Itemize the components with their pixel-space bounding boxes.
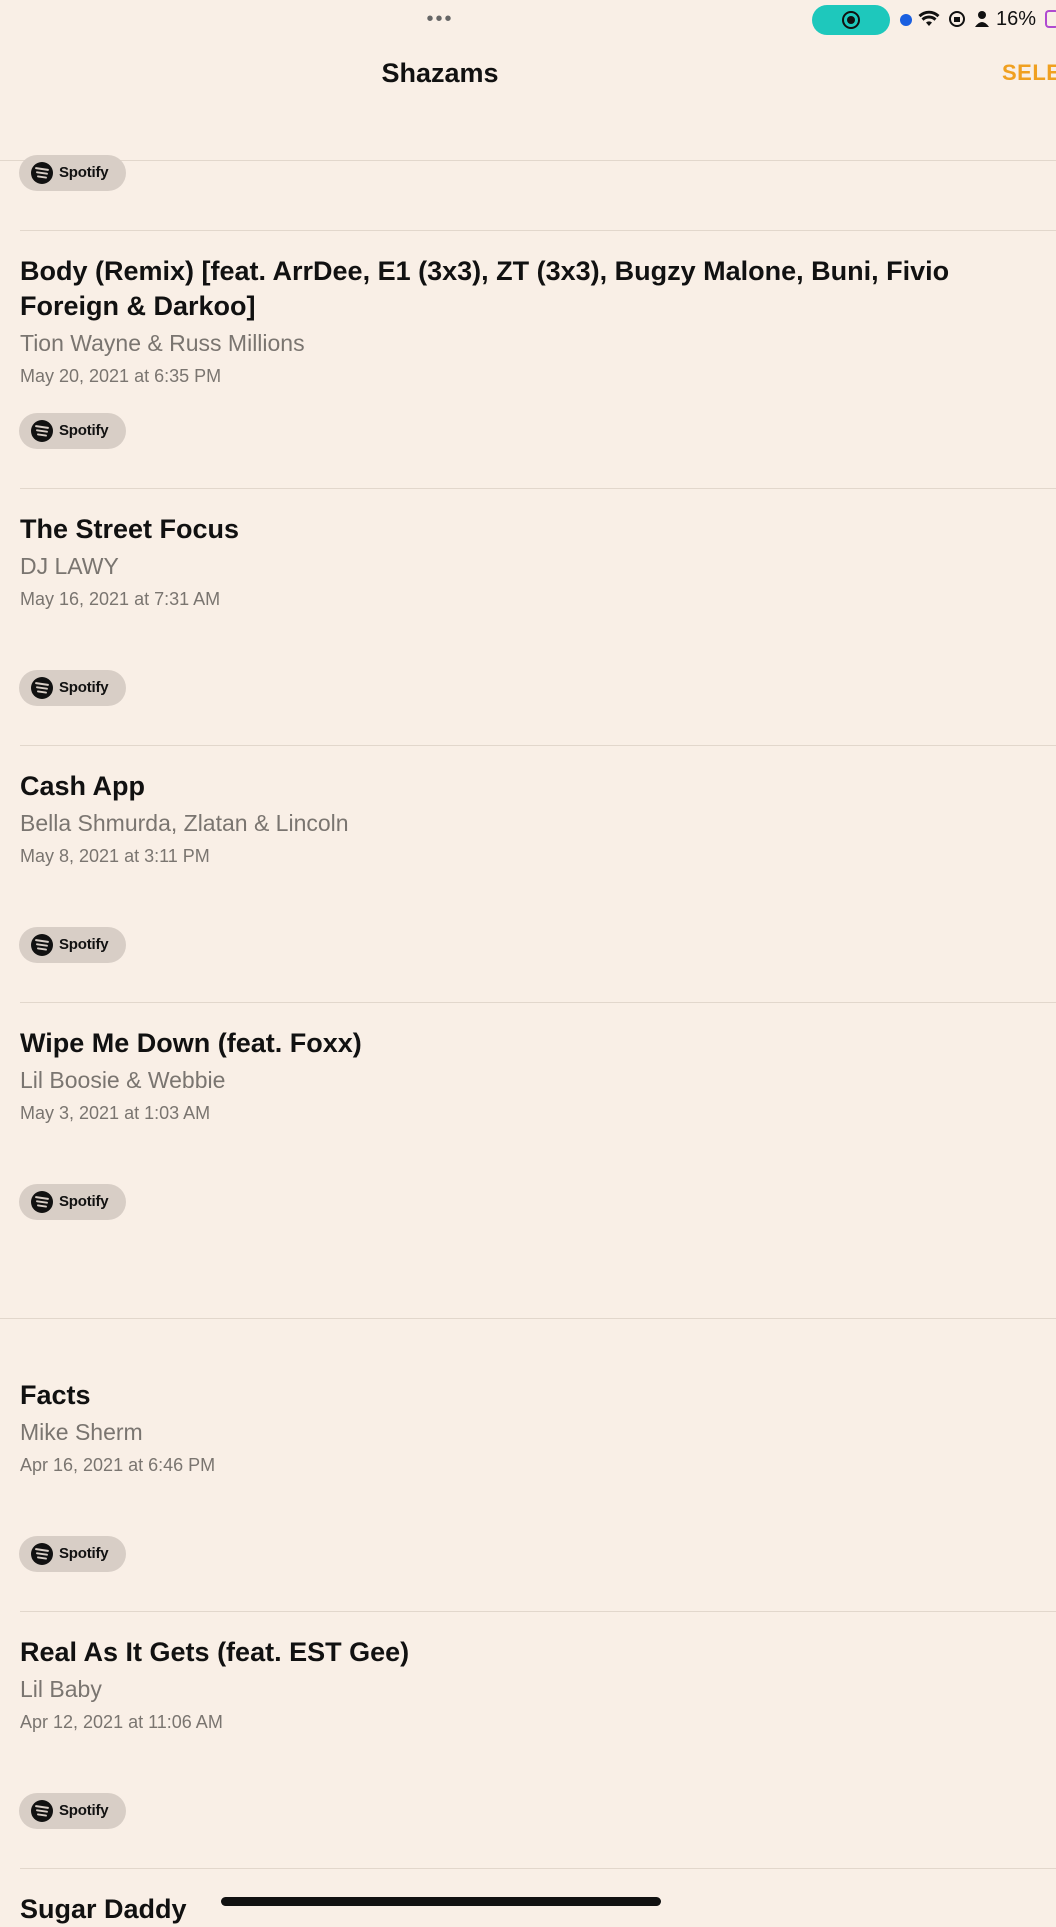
row-divider (20, 1611, 1056, 1612)
list-item[interactable]: The Street Focus DJ LAWY May 16, 2021 at… (20, 512, 1020, 611)
spotify-icon (31, 1800, 53, 1822)
row-divider (20, 488, 1056, 489)
list-item[interactable]: Facts Mike Sherm Apr 16, 2021 at 6:46 PM (20, 1378, 1020, 1477)
spotify-button[interactable]: Spotify (19, 155, 126, 191)
spotify-label: Spotify (59, 1802, 109, 1819)
song-date: May 16, 2021 at 7:31 AM (20, 589, 221, 609)
battery-icon (1045, 10, 1056, 28)
multitasking-dots-icon[interactable]: ••• (420, 9, 460, 29)
list-item[interactable]: Wipe Me Down (feat. Foxx) Lil Boosie & W… (20, 1026, 1020, 1125)
spotify-icon (31, 934, 53, 956)
song-artist: Mike Sherm (20, 1419, 143, 1445)
battery-percentage: 16% (996, 8, 1037, 30)
row-divider (20, 230, 1056, 231)
spotify-button[interactable]: Spotify (19, 927, 126, 963)
spotify-button[interactable]: Spotify (19, 1793, 126, 1829)
list-item[interactable]: Cash App Bella Shmurda, Zlatan & Lincoln… (20, 769, 1020, 868)
wifi-icon (918, 10, 940, 26)
spotify-label: Spotify (59, 422, 109, 439)
list-item[interactable]: Body (Remix) [feat. ArrDee, E1 (3x3), ZT… (20, 254, 1020, 388)
song-artist: Bella Shmurda, Zlatan & Lincoln (20, 810, 349, 836)
song-artist: DJ LAWY (20, 553, 119, 579)
spotify-icon (31, 677, 53, 699)
spotify-label: Spotify (59, 164, 109, 181)
song-date: Apr 16, 2021 at 6:46 PM (20, 1455, 216, 1475)
row-divider (20, 745, 1056, 746)
spotify-icon (31, 162, 53, 184)
song-title: Facts (20, 1380, 91, 1410)
song-artist: Lil Boosie & Webbie (20, 1067, 226, 1093)
song-artist: Tion Wayne & Russ Millions (20, 330, 305, 356)
row-divider (20, 1868, 1056, 1869)
song-title: The Street Focus (20, 514, 240, 544)
list-item[interactable]: Real As It Gets (feat. EST Gee) Lil Baby… (20, 1635, 1020, 1734)
location-indicator-icon (900, 14, 912, 26)
song-title: Cash App (20, 771, 146, 801)
section-divider (0, 1318, 1056, 1319)
spotify-button[interactable]: Spotify (19, 1536, 126, 1572)
select-button[interactable]: SELE (1002, 60, 1056, 86)
song-title: Real As It Gets (feat. EST Gee) (20, 1637, 410, 1667)
song-date: May 3, 2021 at 1:03 AM (20, 1103, 211, 1123)
navigation-bar: Shazams SELE (0, 40, 1056, 161)
spotify-label: Spotify (59, 936, 109, 953)
record-icon (842, 11, 860, 29)
spotify-icon (31, 420, 53, 442)
spotify-button[interactable]: Spotify (19, 1184, 126, 1220)
spotify-button[interactable]: Spotify (19, 413, 126, 449)
spotify-button[interactable]: Spotify (19, 670, 126, 706)
row-divider (20, 1002, 1056, 1003)
song-title: Wipe Me Down (feat. Foxx) (20, 1028, 362, 1058)
song-date: May 20, 2021 at 6:35 PM (20, 366, 222, 386)
page-title: Shazams (381, 58, 499, 88)
song-title: Body (Remix) [feat. ArrDee, E1 (3x3), ZT… (20, 256, 950, 321)
screen-recording-indicator[interactable] (812, 5, 890, 35)
status-bar: ••• 16% (0, 0, 1056, 40)
person-icon (975, 11, 989, 27)
orientation-lock-icon (949, 11, 965, 27)
spotify-icon (31, 1191, 53, 1213)
spotify-label: Spotify (59, 679, 109, 696)
home-indicator[interactable] (221, 1897, 661, 1906)
song-date: Apr 12, 2021 at 11:06 AM (20, 1712, 223, 1732)
song-artist: Lil Baby (20, 1676, 102, 1702)
spotify-icon (31, 1543, 53, 1565)
spotify-label: Spotify (59, 1193, 109, 1210)
spotify-label: Spotify (59, 1545, 109, 1562)
song-date: May 8, 2021 at 3:11 PM (20, 846, 210, 866)
